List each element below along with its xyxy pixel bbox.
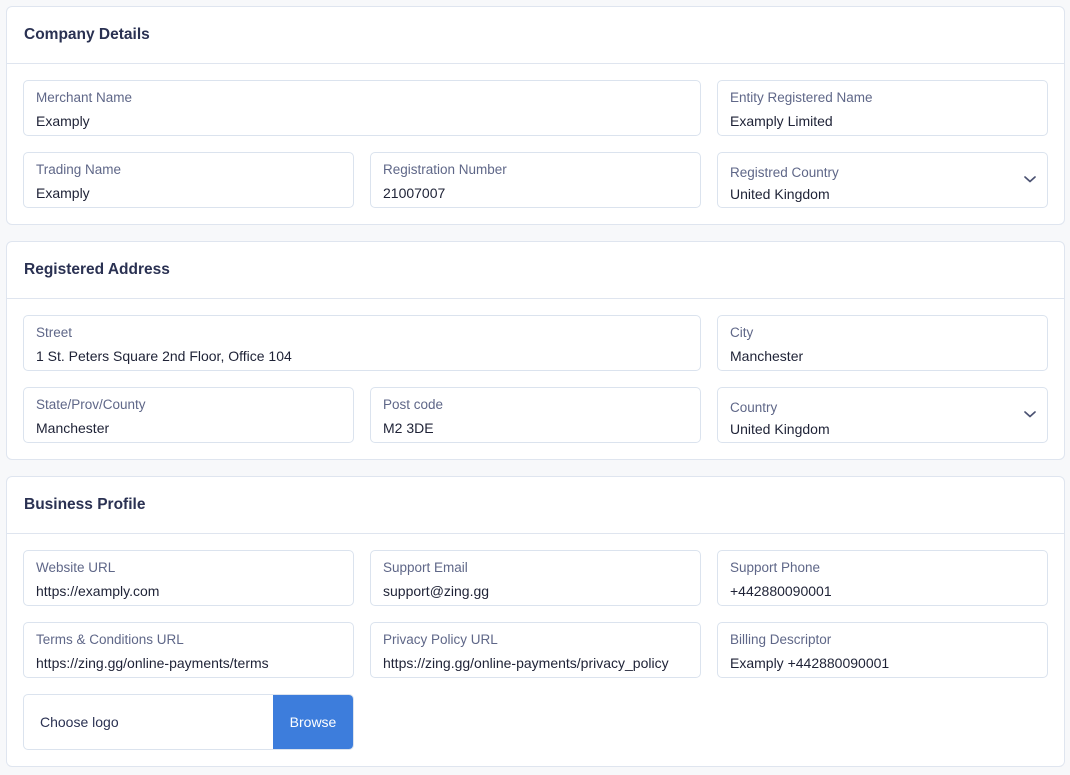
field-value[interactable]: Manchester <box>36 419 341 437</box>
website-url-field[interactable]: Website URL https://examply.com <box>23 550 354 606</box>
field-value[interactable]: Examply <box>36 112 688 130</box>
field-label: Support Email <box>383 560 468 575</box>
billing-descriptor-field[interactable]: Billing Descriptor Examply +442880090001 <box>717 622 1048 678</box>
field-value[interactable]: +442880090001 <box>730 582 1035 600</box>
street-field[interactable]: Street 1 St. Peters Square 2nd Floor, Of… <box>23 315 701 371</box>
registered-country-select[interactable]: Registred Country United Kingdom <box>717 152 1048 208</box>
trading-name-field[interactable]: Trading Name Examply <box>23 152 354 208</box>
field-value[interactable]: M2 3DE <box>383 419 688 437</box>
field-label: Privacy Policy URL <box>383 632 498 647</box>
state-field[interactable]: State/Prov/County Manchester <box>23 387 354 443</box>
card-header: Company Details <box>7 7 1064 64</box>
field-value[interactable]: Manchester <box>730 347 1035 365</box>
entity-registered-name-field[interactable]: Entity Registered Name Examply Limited <box>717 80 1048 136</box>
file-input-label[interactable]: Choose logo <box>24 695 273 749</box>
card-title: Business Profile <box>24 496 146 513</box>
city-field[interactable]: City Manchester <box>717 315 1048 371</box>
field-value[interactable]: Examply Limited <box>730 112 1035 130</box>
company-details-card: Company Details Merchant Name Examply En… <box>6 6 1065 225</box>
field-label: Post code <box>383 397 444 412</box>
country-select[interactable]: Country United Kingdom <box>717 387 1048 443</box>
browse-button[interactable]: Browse <box>273 695 353 749</box>
field-label: Billing Descriptor <box>730 632 832 647</box>
field-value[interactable]: Examply +442880090001 <box>730 654 1035 672</box>
field-value[interactable]: 1 St. Peters Square 2nd Floor, Office 10… <box>36 347 688 365</box>
field-label: City <box>730 325 754 340</box>
post-code-field[interactable]: Post code M2 3DE <box>370 387 701 443</box>
support-phone-field[interactable]: Support Phone +442880090001 <box>717 550 1048 606</box>
field-label: Street <box>36 325 73 340</box>
chevron-down-icon[interactable] <box>1023 409 1037 419</box>
field-value[interactable]: Examply <box>36 184 341 202</box>
registration-number-field[interactable]: Registration Number 21007007 <box>370 152 701 208</box>
registered-address-card: Registered Address Street 1 St. Peters S… <box>6 241 1065 460</box>
field-label: State/Prov/County <box>36 397 146 412</box>
field-label: Country <box>730 400 778 415</box>
chevron-down-icon[interactable] <box>1023 174 1037 184</box>
business-profile-card: Business Profile Website URL https://exa… <box>6 476 1065 767</box>
field-label: Entity Registered Name <box>730 90 873 105</box>
field-label: Support Phone <box>730 560 821 575</box>
logo-file-input[interactable]: Choose logo Browse <box>23 694 354 750</box>
field-label: Merchant Name <box>36 90 133 105</box>
card-title: Company Details <box>24 26 150 43</box>
field-value[interactable]: https://zing.gg/online-payments/privacy_… <box>383 654 688 672</box>
terms-url-field[interactable]: Terms & Conditions URL https://zing.gg/o… <box>23 622 354 678</box>
field-label: Terms & Conditions URL <box>36 632 184 647</box>
field-value: United Kingdom <box>730 421 830 437</box>
field-value[interactable]: support@zing.gg <box>383 582 688 600</box>
support-email-field[interactable]: Support Email support@zing.gg <box>370 550 701 606</box>
card-title: Registered Address <box>24 261 170 278</box>
privacy-url-field[interactable]: Privacy Policy URL https://zing.gg/onlin… <box>370 622 701 678</box>
card-header: Business Profile <box>7 477 1064 534</box>
field-value[interactable]: https://zing.gg/online-payments/terms <box>36 654 341 672</box>
field-label: Registred Country <box>730 165 839 180</box>
field-label: Website URL <box>36 560 116 575</box>
field-value[interactable]: 21007007 <box>383 184 688 202</box>
card-header: Registered Address <box>7 242 1064 299</box>
merchant-name-field[interactable]: Merchant Name Examply <box>23 80 701 136</box>
field-value: United Kingdom <box>730 186 830 202</box>
field-label: Registration Number <box>383 162 507 177</box>
field-label: Trading Name <box>36 162 122 177</box>
field-value[interactable]: https://examply.com <box>36 582 341 600</box>
